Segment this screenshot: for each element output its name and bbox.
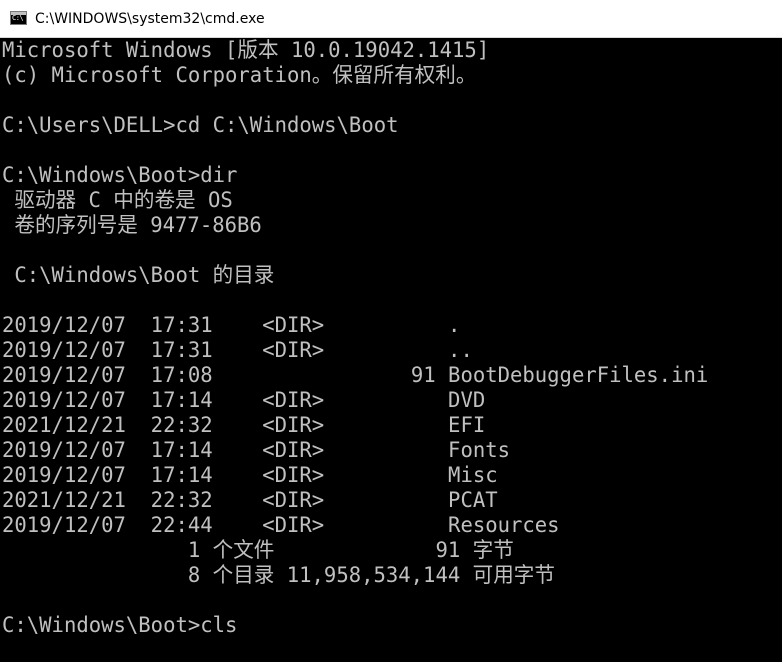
console-output[interactable]: Microsoft Windows [版本 10.0.19042.1415] (… [0, 38, 782, 662]
console-line: 8 个目录 11,958,534,144 可用字节 [2, 563, 555, 587]
title-bar[interactable]: C:\ C:\WINDOWS\system32\cmd.exe [0, 0, 782, 38]
console-line: 2021/12/21 22:32 <DIR> EFI [2, 413, 486, 437]
cmd-console-icon[interactable]: C:\ [10, 11, 27, 25]
console-line: 2019/12/07 17:14 <DIR> Fonts [2, 438, 511, 462]
console-line: C:\Windows\Boot>dir [2, 163, 238, 187]
icon-prompt-text: C:\ [12, 14, 24, 22]
console-line: Microsoft Windows [版本 10.0.19042.1415] [2, 38, 490, 62]
cmd-window: C:\ C:\WINDOWS\system32\cmd.exe Microsof… [0, 0, 782, 662]
console-line: 2019/12/07 17:31 <DIR> .. [2, 338, 473, 362]
window-title: C:\WINDOWS\system32\cmd.exe [35, 11, 265, 27]
console-line: 2019/12/07 17:14 <DIR> DVD [2, 388, 486, 412]
console-line: (c) Microsoft Corporation。保留所有权利。 [2, 63, 477, 87]
console-line: 2019/12/07 17:31 <DIR> . [2, 313, 461, 337]
console-line: C:\Windows\Boot>cls [2, 613, 238, 637]
console-line: 卷的序列号是 9477-86B6 [2, 213, 262, 237]
console-line: 2019/12/07 17:14 <DIR> Misc [2, 463, 498, 487]
console-line: 2021/12/21 22:32 <DIR> PCAT [2, 488, 498, 512]
console-line: 2019/12/07 17:08 91 BootDebuggerFiles.in… [2, 363, 709, 387]
console-line: 2019/12/07 22:44 <DIR> Resources [2, 513, 560, 537]
console-line: 1 个文件 91 字节 [2, 538, 514, 562]
console-line: C:\Users\DELL>cd C:\Windows\Boot [2, 113, 399, 137]
console-line: 驱动器 C 中的卷是 OS [2, 188, 233, 212]
console-line: C:\Windows\Boot 的目录 [2, 263, 275, 287]
